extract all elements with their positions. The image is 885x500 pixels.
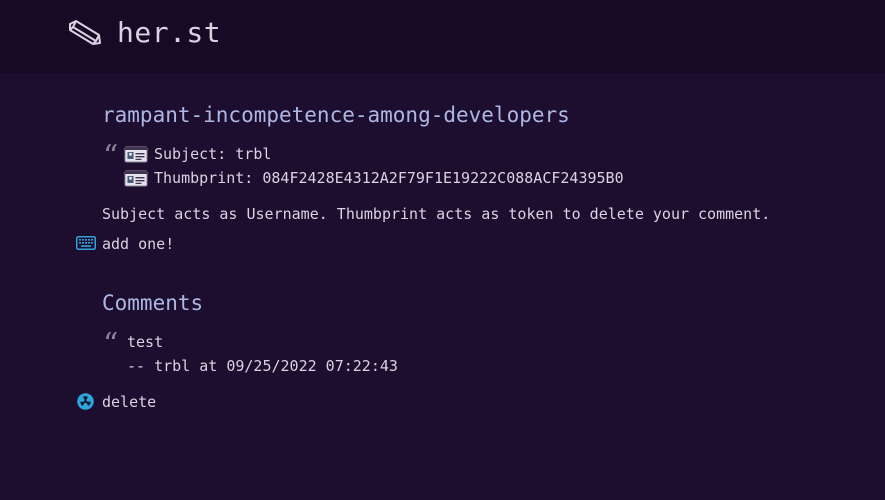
id-card-icon <box>124 146 148 162</box>
thumbprint-text: Thumbprint: 084F2428E4312A2F79F1E19222C0… <box>154 169 624 187</box>
site-header: her.st <box>0 0 885 73</box>
certificate-thumbprint: Thumbprint: 084F2428E4312A2F79F1E19222C0… <box>124 168 624 188</box>
keyboard-icon[interactable] <box>76 236 96 250</box>
comment-text: test <box>127 333 164 351</box>
site-title[interactable]: her.st <box>117 14 221 52</box>
page-title: rampant-incompetence-among-developers <box>102 103 570 127</box>
pencil-icon[interactable] <box>67 19 101 47</box>
id-card-icon <box>124 170 148 186</box>
delete-link[interactable]: delete <box>102 392 156 412</box>
quote-mark: “ <box>103 327 119 362</box>
certificate-subject: Subject: trbl <box>124 144 271 164</box>
radioactive-icon[interactable] <box>77 393 94 410</box>
comment-byline: -- trbl at 09/25/2022 07:22:43 <box>127 357 398 375</box>
subject-text: Subject: trbl <box>154 145 272 163</box>
add-comment-link[interactable]: add one! <box>102 234 174 254</box>
comments-heading: Comments <box>102 291 204 315</box>
quote-mark: “ <box>103 139 119 174</box>
explanation-text: Subject acts as Username. Thumbprint act… <box>102 205 771 223</box>
